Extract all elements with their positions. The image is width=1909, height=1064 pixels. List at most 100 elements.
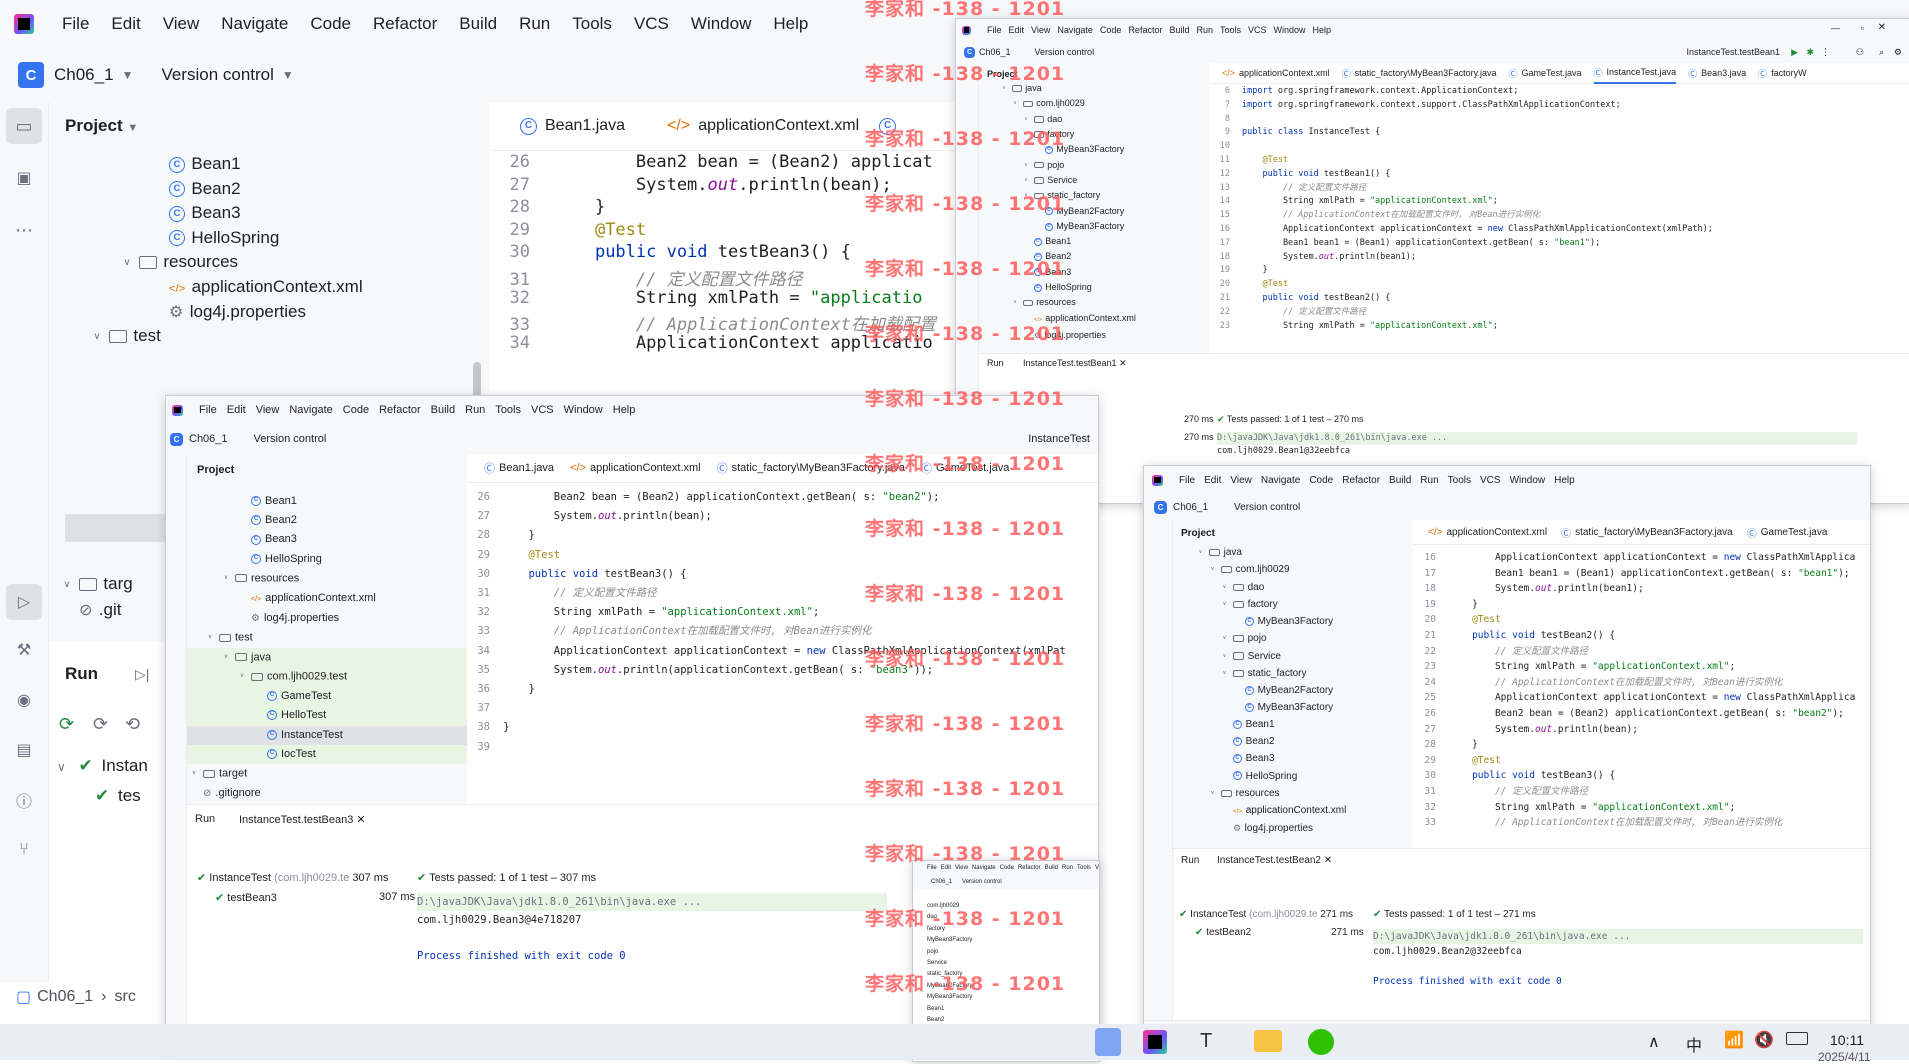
tree-item[interactable]: C HelloSpring [979, 280, 1209, 295]
menu-view[interactable]: View [1230, 475, 1252, 486]
tr-code-area[interactable]: 6 import org.springframework.context.Appl… [1210, 85, 1909, 333]
code-line[interactable]: 28 } [1414, 737, 1870, 753]
tree-item[interactable]: </> applicationContext.xml [1173, 802, 1413, 820]
project-name[interactable]: Ch06_1 [54, 65, 114, 85]
battery-icon[interactable] [1786, 1032, 1808, 1045]
code-line[interactable]: 16 ApplicationContext applicationContext… [1210, 223, 1909, 237]
menu-navigate[interactable]: Navigate [1057, 25, 1093, 35]
clock-date[interactable]: 2025/4/11 [1818, 1050, 1871, 1064]
tree-item[interactable]: Service [927, 958, 1067, 969]
run-tab[interactable]: InstanceTest.testBean3 ✕ [239, 813, 366, 826]
tree-item[interactable]: Bean1 [927, 1004, 1067, 1015]
menu-build[interactable]: Build [431, 404, 455, 416]
menu-window[interactable]: Window [1510, 475, 1546, 486]
menu-build[interactable]: Build [1389, 475, 1411, 486]
editor-tab[interactable]: </> applicationContext.xml [1428, 520, 1547, 544]
tree-item[interactable]: C Bean3 [187, 530, 467, 549]
wifi-icon[interactable]: 📶 [1724, 1030, 1744, 1050]
tree-item[interactable]: ∨ java [1173, 544, 1413, 561]
chevron-down-icon[interactable]: ∨ [221, 648, 231, 667]
tree-item[interactable]: C MyBean3Factory [1173, 699, 1413, 716]
menu-edit[interactable]: Edit [227, 404, 246, 416]
version-control-menu[interactable]: Version control [254, 433, 327, 445]
tree-item[interactable]: ⚙ log4j.properties [1173, 820, 1413, 837]
menu-vcs[interactable]: VCS [634, 14, 669, 34]
terminal-icon[interactable]: ▤ [6, 732, 42, 768]
run-tree-root[interactable]: ✔ InstanceTest (com.ljh0029.te 307 ms [197, 871, 388, 884]
tree-item[interactable]: C HelloSpring [49, 228, 489, 253]
code-line[interactable]: 18 System.out.println(bean1); [1210, 251, 1909, 265]
code-line[interactable]: 26 Bean2 bean = (Bean2) applicationConte… [468, 488, 1098, 507]
tree-item[interactable]: ⚙ log4j.properties [49, 302, 489, 327]
tree-item[interactable]: ∨ resources [49, 252, 489, 277]
run-config-selector[interactable]: InstanceTest [1028, 433, 1090, 445]
editor-tab[interactable]: Ⓒ Bean1.java [484, 454, 554, 482]
menu-view[interactable]: View [163, 14, 200, 34]
run-icon[interactable]: ▶ [1791, 47, 1798, 58]
menu-refactor[interactable]: Refactor [379, 404, 421, 416]
project-badge-icon[interactable]: C [1154, 500, 1167, 514]
menu-navigate[interactable]: Navigate [289, 404, 332, 416]
tree-item[interactable]: C Bean3 [1173, 750, 1413, 767]
chevron-down-icon[interactable]: ∨ [1208, 785, 1217, 802]
code-line[interactable]: 19 } [1210, 264, 1909, 278]
volume-mute-icon[interactable]: 🔇 [1754, 1030, 1774, 1050]
more-icon[interactable]: ⋮ [1821, 47, 1830, 58]
menu-window[interactable]: Window [564, 404, 603, 416]
code-line[interactable]: 29 @Test [468, 546, 1098, 565]
version-control-menu[interactable]: Version control [1035, 47, 1095, 57]
chevron-down-icon[interactable]: ∨ [205, 628, 215, 647]
menu-help[interactable]: Help [613, 404, 636, 416]
chevron-down-icon[interactable]: ∨ [1220, 648, 1229, 665]
tree-item[interactable]: C HelloTest [187, 706, 467, 726]
tree-item[interactable]: C MyBean3Factory [1173, 613, 1413, 630]
menu-code[interactable]: Code [343, 404, 369, 416]
project-name[interactable]: Ch06_1 [1173, 502, 1208, 513]
console-output[interactable]: D:\javaJDK\Java\jdk1.8.0_261\bin\java.ex… [417, 893, 887, 965]
tree-item[interactable]: ∨ dao [1173, 579, 1413, 596]
code-line[interactable]: 32 String xmlPath = "applicatio [490, 288, 960, 311]
tree-item[interactable]: </> applicationContext.xml [187, 589, 467, 609]
tree-item[interactable]: ∨ java [187, 647, 467, 668]
menu-build[interactable]: Build [1169, 25, 1189, 35]
rerun-failed-icon[interactable]: ⟳ [93, 714, 108, 735]
run-config-selector[interactable]: InstanceTest.testBean1 [1686, 47, 1780, 57]
git-icon[interactable]: ⑂ [6, 832, 42, 868]
code-line[interactable]: 16 ApplicationContext applicationContext… [1414, 550, 1870, 566]
chevron-down-icon[interactable]: ∨ [1022, 173, 1030, 188]
project-name[interactable]: Ch06_1 [979, 47, 1011, 57]
menu-tools[interactable]: Tools [495, 404, 521, 416]
editor-tab[interactable]: ⒸfactoryW [1758, 63, 1807, 83]
maximize-icon[interactable]: ▫ [1861, 23, 1864, 33]
menu-refactor[interactable]: Refactor [1128, 25, 1162, 35]
menu-refactor[interactable]: Refactor [373, 14, 437, 34]
menu-run[interactable]: Run [1420, 475, 1438, 486]
version-control-menu[interactable]: Version control [161, 65, 273, 85]
editor-tab[interactable]: Ⓒ GameTest.java [1508, 63, 1581, 83]
project-badge-icon[interactable]: C [170, 432, 183, 446]
editor-tab[interactable]: Ⓒ GameTest.java [1747, 520, 1828, 544]
file-explorer-icon[interactable] [1254, 1030, 1282, 1052]
code-line[interactable]: 26 Bean2 bean = (Bean2) applicat [490, 152, 960, 175]
run-tree-root[interactable]: ✔ InstanceTest (com.ljh0029.te 271 ms [1179, 909, 1353, 920]
menu-file[interactable]: File [1179, 475, 1195, 486]
chevron-down-icon[interactable]: ∨ [89, 331, 105, 342]
code-line[interactable]: 17 Bean1 bean1 = (Bean1) applicationCont… [1210, 237, 1909, 251]
code-line[interactable]: 29 @Test [490, 220, 960, 243]
run-tree-child[interactable]: ✔ tes [95, 786, 141, 806]
project-badge-icon[interactable]: C [964, 46, 975, 58]
code-line[interactable]: 31 // 定义配置文件路径 [1414, 784, 1870, 800]
run-tree-root[interactable]: ∨ ✔ Instan [57, 756, 148, 776]
tree-item[interactable]: ⚙ log4j.properties [187, 609, 467, 628]
run-tab[interactable]: InstanceTest.testBean2 ✕ [1217, 855, 1332, 866]
wechat-icon[interactable] [1308, 1029, 1334, 1055]
tree-item[interactable]: C Bean1 [1173, 716, 1413, 733]
tree-item[interactable]: ∨ target [187, 764, 467, 784]
chevron-down-icon[interactable]: ∨ [1196, 544, 1205, 561]
tree-item[interactable]: C IocTest [187, 744, 467, 764]
menu-window[interactable]: Window [1274, 25, 1306, 35]
tree-item[interactable]: C Bean2 [49, 179, 489, 204]
menu-tools[interactable]: Tools [1448, 475, 1471, 486]
tree-item[interactable]: ⊘ .gitignore [187, 784, 467, 803]
menu-navigate[interactable]: Navigate [1261, 475, 1300, 486]
